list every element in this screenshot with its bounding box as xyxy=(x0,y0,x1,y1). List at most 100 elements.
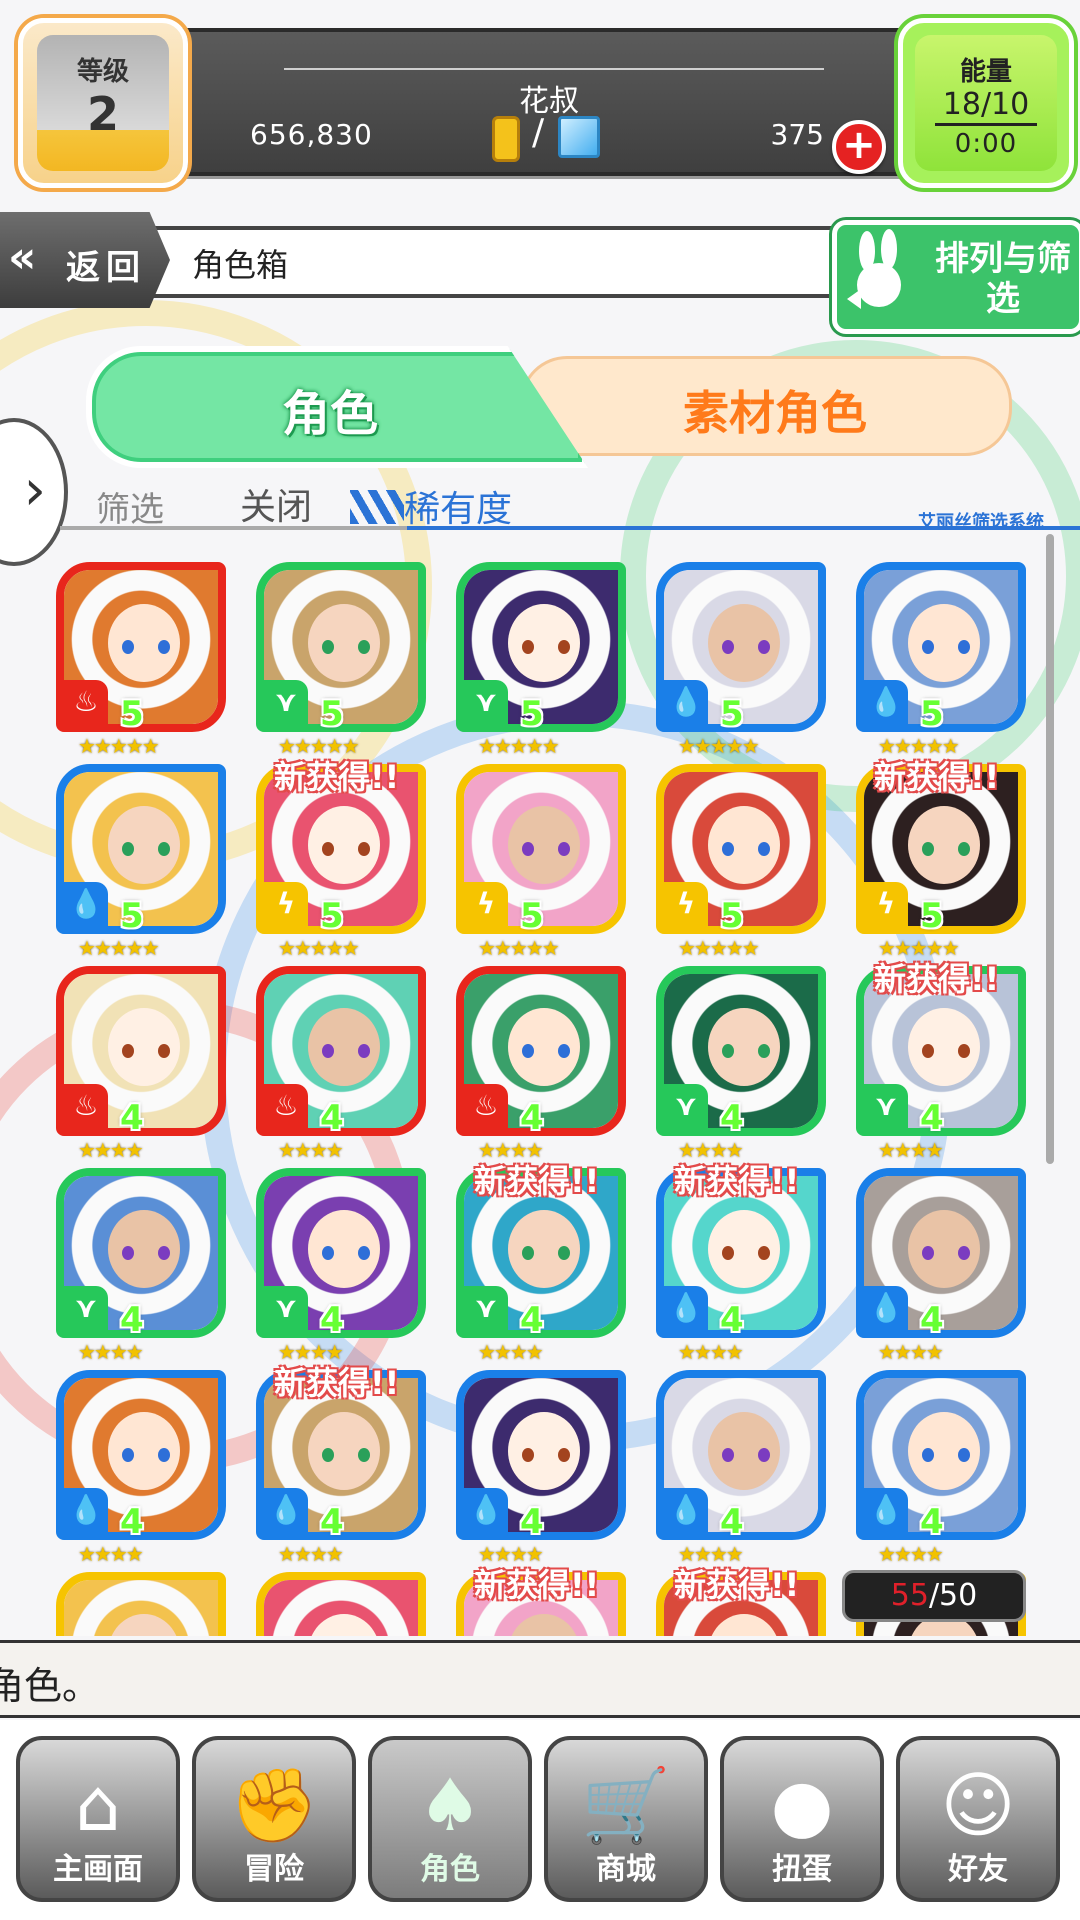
water-element-icon: 💧 xyxy=(864,1286,908,1330)
add-gems-button[interactable]: + xyxy=(832,120,886,174)
nav-button-friends[interactable]: ☺ 好友 xyxy=(896,1736,1060,1902)
title-bar: 角色箱 xyxy=(150,226,870,298)
character-card[interactable]: ϟ 5 ★★★★★ 新获得!! xyxy=(256,758,426,964)
rarity-stars: ★★★★ xyxy=(278,1542,344,1566)
energy-label: 能量 xyxy=(959,57,1012,87)
new-badge: 新获得!! xyxy=(674,1162,800,1200)
rarity-number: 5 xyxy=(320,896,344,936)
rarity-number: 4 xyxy=(720,1098,744,1138)
character-card[interactable]: ♨ 4 ★★★★ xyxy=(256,966,426,1166)
scrollbar[interactable] xyxy=(1046,534,1054,1164)
thunder-element-icon: ϟ xyxy=(264,882,308,926)
energy-badge[interactable]: 能量 18/10 0:00 xyxy=(898,18,1074,188)
rarity-number: 4 xyxy=(320,1502,344,1542)
rarity-stars: ★★★★ xyxy=(78,1542,144,1566)
character-card[interactable]: 💧 4 ★★★★ 新获得!! xyxy=(256,1364,426,1570)
egg-icon: ● xyxy=(770,1763,834,1847)
character-card[interactable]: ♨ 5 ★★★★★ xyxy=(56,562,226,762)
character-card[interactable]: ⋎ 4 ★★★★ xyxy=(656,966,826,1166)
character-card[interactable]: ⋎ 5 ★★★★★ xyxy=(456,562,626,762)
rarity-number: 4 xyxy=(120,1098,144,1138)
nav-label: 扭蛋 xyxy=(772,1852,832,1887)
rarity-stars: ★★★★ xyxy=(78,1340,144,1364)
card-frame: ϟ xyxy=(56,1572,226,1636)
character-card[interactable]: ⋎ 4 ★★★★ 新获得!! xyxy=(856,960,1026,1166)
character-card[interactable]: ϟ 5 ★★★★★ 新获得!! xyxy=(856,758,1026,964)
character-card[interactable]: ♨ 4 ★★★★ xyxy=(456,966,626,1166)
character-card[interactable]: 💧 5 ★★★★★ xyxy=(56,764,226,964)
character-card[interactable]: ⋎ 4 ★★★★ xyxy=(256,1168,426,1368)
fire-element-icon: ♨ xyxy=(64,680,108,724)
rarity-stars: ★★★★ xyxy=(878,1340,944,1364)
nav-button-house[interactable]: ⌂ 主画面 xyxy=(16,1736,180,1902)
sort-filter-button[interactable]: 排列与筛选 xyxy=(832,220,1080,334)
character-card[interactable]: ♨ 4 ★★★★ xyxy=(56,966,226,1166)
character-card[interactable]: ϟ新获得!! xyxy=(456,1566,626,1636)
nav-button-egg[interactable]: ● 扭蛋 xyxy=(720,1736,884,1902)
new-badge: 新获得!! xyxy=(674,1566,800,1604)
rarity-number: 4 xyxy=(520,1300,544,1340)
new-badge: 新获得!! xyxy=(274,1364,400,1402)
level-badge: 等级 2 xyxy=(18,18,188,188)
character-card[interactable]: 💧 5 ★★★★★ xyxy=(656,562,826,762)
tab-characters-label: 角色 xyxy=(282,386,379,442)
rarity-number: 5 xyxy=(120,896,144,936)
nav-button-bunny[interactable]: ♠ 角色 xyxy=(368,1736,532,1902)
rarity-number: 4 xyxy=(120,1502,144,1542)
character-card[interactable]: 💧 4 ★★★★ 新获得!! xyxy=(656,1162,826,1368)
character-card[interactable]: 💧 4 ★★★★ xyxy=(56,1370,226,1570)
nav-button-handshake[interactable]: ✊ 冒险 xyxy=(192,1736,356,1902)
character-card[interactable]: ⋎ 4 ★★★★ 新获得!! xyxy=(456,1162,626,1368)
new-badge: 新获得!! xyxy=(874,758,1000,796)
rarity-stars: ★★★★★ xyxy=(78,936,160,960)
character-card[interactable]: ϟ 5 ★★★★★ xyxy=(656,764,826,964)
energy-timer: 0:00 xyxy=(954,129,1018,159)
rarity-stars: ★★★★ xyxy=(878,1138,944,1162)
filter-label[interactable]: 筛选 xyxy=(96,482,164,531)
back-button[interactable]: « 返回 xyxy=(0,212,170,308)
currency-separator: / xyxy=(532,112,545,153)
character-card[interactable]: ϟ xyxy=(56,1572,226,1636)
rarity-number: 5 xyxy=(520,896,544,936)
character-card[interactable]: ϟ新获得!! xyxy=(656,1566,826,1636)
sort-order[interactable]: 稀有度 xyxy=(404,480,512,532)
thunder-element-icon: ϟ xyxy=(664,882,708,926)
count-separator: / xyxy=(928,1578,940,1613)
side-menu-toggle[interactable]: › xyxy=(0,418,68,566)
character-card[interactable]: 💧 4 ★★★★ xyxy=(456,1370,626,1570)
nav-label: 冒险 xyxy=(244,1852,304,1887)
rarity-number: 5 xyxy=(120,694,144,734)
character-portrait xyxy=(64,1580,218,1636)
rarity-number: 5 xyxy=(920,896,944,936)
tab-characters[interactable]: 角色 xyxy=(86,346,588,468)
cart-icon: 🛒 xyxy=(581,1763,671,1847)
character-card[interactable]: 💧 5 ★★★★★ xyxy=(856,562,1026,762)
nav-button-cart[interactable]: 🛒 商城 xyxy=(544,1736,708,1902)
rarity-number: 5 xyxy=(720,896,744,936)
tab-materials[interactable]: 素材角色 xyxy=(520,356,1012,456)
rarity-number: 4 xyxy=(120,1300,144,1340)
message-bar: 角色。 xyxy=(0,1640,1080,1718)
house-icon: ⌂ xyxy=(75,1763,121,1847)
fire-element-icon: ♨ xyxy=(464,1084,508,1128)
filter-value[interactable]: 关闭 xyxy=(240,478,312,530)
rarity-stars: ★★★★★ xyxy=(678,734,760,758)
chevron-right-icon: › xyxy=(23,458,46,523)
character-card[interactable]: ⋎ 4 ★★★★ xyxy=(56,1168,226,1368)
rarity-number: 4 xyxy=(720,1300,744,1340)
rarity-stars: ★★★★★ xyxy=(678,936,760,960)
rarity-stars: ★★★★ xyxy=(478,1340,544,1364)
character-card[interactable]: ϟ 5 ★★★★★ xyxy=(456,764,626,964)
character-card[interactable]: ϟ xyxy=(256,1572,426,1636)
rarity-number: 4 xyxy=(320,1300,344,1340)
character-card[interactable]: 💧 4 ★★★★ xyxy=(656,1370,826,1570)
character-card[interactable]: 💧 4 ★★★★ xyxy=(856,1168,1026,1368)
page-title: 角色箱 xyxy=(192,246,289,284)
character-card[interactable]: 💧 4 ★★★★ xyxy=(856,1370,1026,1570)
bunny-icon xyxy=(847,229,901,309)
energy-value: 18/10 xyxy=(942,87,1030,122)
character-card[interactable]: ⋎ 5 ★★★★★ xyxy=(256,562,426,762)
rarity-number: 4 xyxy=(920,1300,944,1340)
rarity-stars: ★★★★★ xyxy=(278,936,360,960)
wind-element-icon: ⋎ xyxy=(464,680,508,724)
